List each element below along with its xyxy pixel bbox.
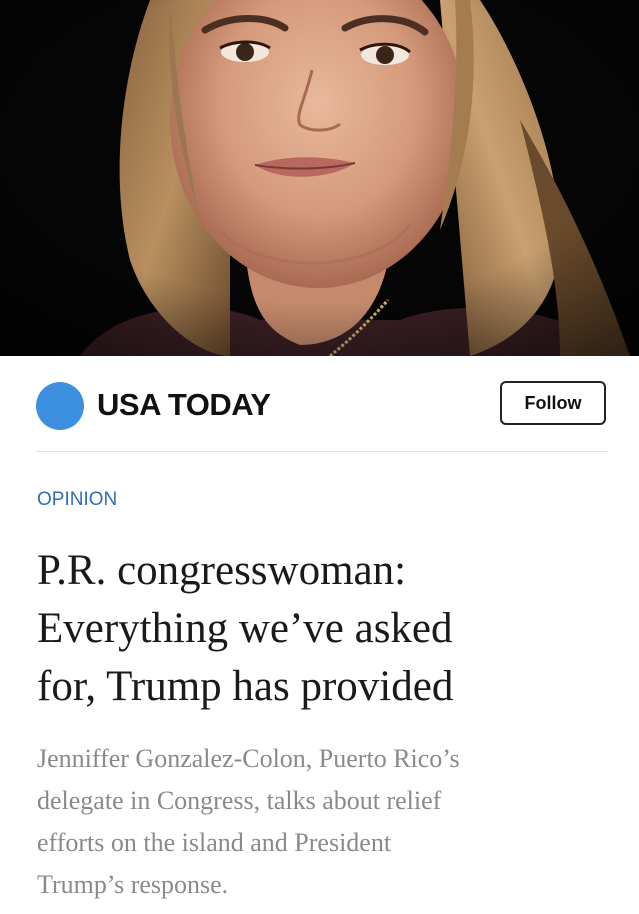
- article-card[interactable]: USA TODAY Follow OPINION P.R. congresswo…: [0, 0, 639, 914]
- article-summary: Jenniffer Gonzalez-Colon, Puerto Rico’s …: [37, 738, 622, 906]
- publisher-name[interactable]: USA TODAY: [97, 386, 271, 424]
- publisher-logo-icon[interactable]: [36, 382, 84, 430]
- portrait-image: [0, 0, 639, 356]
- publisher-bar: USA TODAY Follow: [0, 356, 639, 452]
- follow-button[interactable]: Follow: [500, 381, 606, 425]
- hero-photo[interactable]: [0, 0, 639, 356]
- summary-line: Jenniffer Gonzalez-Colon, Puerto Rico’s: [37, 744, 460, 773]
- headline-line: for, Trump has provided: [37, 663, 454, 710]
- headline[interactable]: P.R. congresswoman: Everything we’ve ask…: [37, 542, 617, 716]
- summary-line: Trump’s response.: [37, 870, 229, 899]
- headline-line: Everything we’ve asked: [37, 605, 453, 652]
- headline-line: P.R. congresswoman:: [37, 547, 407, 594]
- summary-line: delegate in Congress, talks about relief: [37, 786, 442, 815]
- divider: [36, 451, 608, 452]
- section-label[interactable]: OPINION: [37, 487, 117, 513]
- summary-line: efforts on the island and President: [37, 828, 392, 857]
